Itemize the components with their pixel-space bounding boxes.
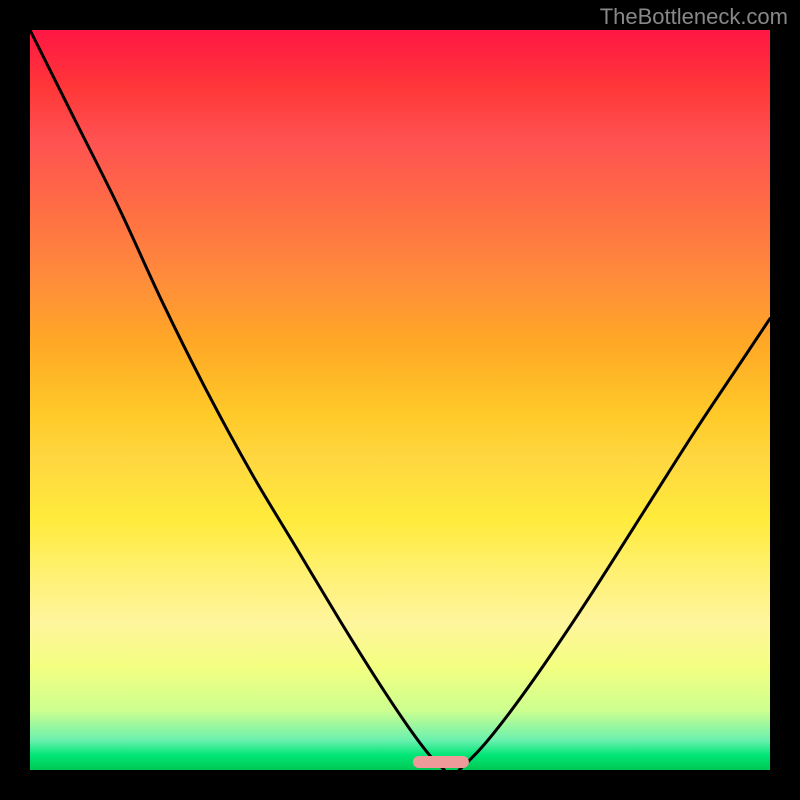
bottleneck-marker [413,756,469,768]
left-curve [30,30,444,770]
chart-container: TheBottleneck.com [0,0,800,800]
right-curve [459,319,770,770]
watermark-text: TheBottleneck.com [600,4,788,30]
curves-layer [30,30,770,770]
plot-area [30,30,770,770]
